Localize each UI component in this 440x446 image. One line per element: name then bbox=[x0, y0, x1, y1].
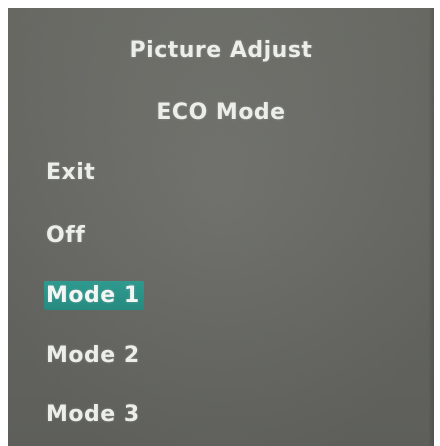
option-exit[interactable]: Exit bbox=[44, 158, 99, 187]
option-off[interactable]: Off bbox=[44, 221, 89, 250]
option-mode-3[interactable]: Mode 3 bbox=[44, 400, 144, 429]
menu-subtitle: ECO Mode bbox=[156, 100, 286, 125]
option-mode-1[interactable]: Mode 1 bbox=[44, 281, 144, 310]
option-mode-2[interactable]: Mode 2 bbox=[44, 341, 144, 370]
menu-title: Picture Adjust bbox=[129, 38, 313, 63]
osd-menu-screen: Picture Adjust ECO Mode Exit Off Mode 1 … bbox=[8, 8, 434, 446]
